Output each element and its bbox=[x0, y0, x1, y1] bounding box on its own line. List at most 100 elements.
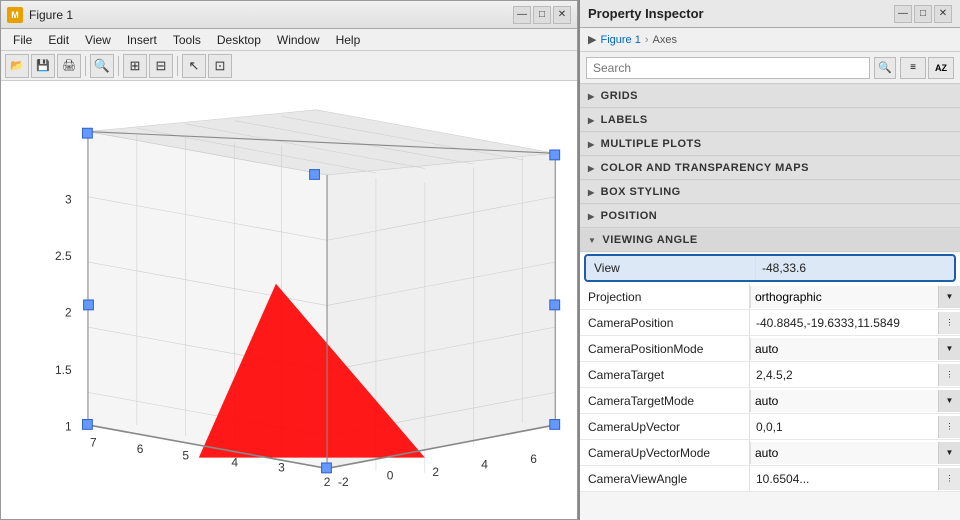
camera-view-angle-value[interactable]: ⋮ bbox=[750, 468, 960, 490]
section-multiple-plots[interactable]: ▶ MULTIPLE PLOTS bbox=[580, 132, 960, 156]
camera-position-mode-dropdown[interactable]: auto bbox=[750, 338, 960, 360]
pi-minimize-button[interactable]: — bbox=[894, 5, 912, 23]
camera-up-vector-options[interactable]: ⋮ bbox=[938, 416, 960, 438]
title-bar-left: M Figure 1 bbox=[7, 7, 73, 23]
camera-position-value[interactable]: ⋮ bbox=[750, 312, 960, 334]
section-labels[interactable]: ▶ LABELS bbox=[580, 108, 960, 132]
camera-target-input[interactable] bbox=[756, 368, 938, 382]
pi-maximize-button[interactable]: □ bbox=[914, 5, 932, 23]
open-button[interactable]: 📂 bbox=[5, 54, 29, 78]
svg-text:1.5: 1.5 bbox=[55, 363, 72, 377]
box-label: BOX STYLING bbox=[601, 186, 681, 198]
prop-row-camera-position: CameraPosition ⋮ bbox=[580, 310, 960, 336]
prop-row-camera-position-mode: CameraPositionMode auto ▼ bbox=[580, 336, 960, 362]
camera-target-value[interactable]: ⋮ bbox=[750, 364, 960, 386]
pi-title-controls: — □ ✕ bbox=[894, 5, 952, 23]
svg-text:6: 6 bbox=[530, 452, 537, 466]
svg-text:2: 2 bbox=[65, 305, 72, 319]
svg-text:0: 0 bbox=[387, 468, 394, 482]
camera-up-vector-mode-value[interactable]: auto ▼ bbox=[750, 442, 960, 464]
inspect-button[interactable]: 🔍 bbox=[90, 54, 114, 78]
camera-target-options[interactable]: ⋮ bbox=[938, 364, 960, 386]
camera-up-vector-mode-dropdown[interactable]: auto bbox=[750, 442, 960, 464]
degrid-button[interactable]: ⊟ bbox=[149, 54, 173, 78]
section-color-transparency[interactable]: ▶ COLOR AND TRANSPARENCY MAPS bbox=[580, 156, 960, 180]
camera-view-angle-input[interactable] bbox=[756, 472, 938, 486]
plot-area[interactable]: 1 1.5 2 2.5 3 7 6 5 4 3 2 -2 0 2 4 6 bbox=[1, 81, 577, 519]
svg-text:4: 4 bbox=[231, 455, 238, 469]
prop-row-view: View bbox=[584, 254, 956, 282]
camera-up-vector-label: CameraUpVector bbox=[580, 414, 750, 439]
camera-position-options[interactable]: ⋮ bbox=[938, 312, 960, 334]
figure-title-controls: — □ ✕ bbox=[513, 6, 571, 24]
maximize-button[interactable]: □ bbox=[533, 6, 551, 24]
svg-text:2.5: 2.5 bbox=[55, 249, 72, 263]
print-button[interactable]: 🖨 bbox=[57, 54, 81, 78]
svg-text:-2: -2 bbox=[338, 475, 349, 489]
camera-target-label: CameraTarget bbox=[580, 362, 750, 387]
view-value[interactable] bbox=[756, 261, 954, 275]
pi-title: Property Inspector bbox=[588, 6, 704, 21]
section-grids[interactable]: ▶ GRIDS bbox=[580, 84, 960, 108]
camera-position-input[interactable] bbox=[756, 316, 938, 330]
cursor-button[interactable]: ↖ bbox=[182, 54, 206, 78]
svg-text:6: 6 bbox=[137, 442, 144, 456]
svg-text:2: 2 bbox=[324, 475, 331, 489]
camera-view-angle-options[interactable]: ⋮ bbox=[938, 468, 960, 490]
menu-insert[interactable]: Insert bbox=[119, 31, 165, 48]
camera-target-mode-dropdown[interactable]: auto bbox=[750, 390, 960, 412]
svg-text:4: 4 bbox=[481, 457, 488, 471]
minimize-button[interactable]: — bbox=[513, 6, 531, 24]
az-sort-button[interactable]: AZ bbox=[928, 57, 954, 79]
close-button[interactable]: ✕ bbox=[553, 6, 571, 24]
menu-view[interactable]: View bbox=[77, 31, 119, 48]
figure-icon: M bbox=[7, 7, 23, 23]
menu-desktop[interactable]: Desktop bbox=[209, 31, 269, 48]
plot-svg: 1 1.5 2 2.5 3 7 6 5 4 3 2 -2 0 2 4 6 bbox=[1, 81, 577, 519]
camera-position-mode-wrapper: auto ▼ bbox=[750, 338, 960, 360]
projection-dropdown[interactable]: orthographic bbox=[750, 286, 960, 308]
camera-target-mode-wrapper: auto ▼ bbox=[750, 390, 960, 412]
viewing-label: VIEWING ANGLE bbox=[602, 234, 697, 246]
section-box-styling[interactable]: ▶ BOX STYLING bbox=[580, 180, 960, 204]
menu-window[interactable]: Window bbox=[269, 31, 328, 48]
figure-window: M Figure 1 — □ ✕ File Edit View Insert T… bbox=[0, 0, 578, 520]
position-arrow: ▶ bbox=[588, 212, 595, 221]
camera-target-mode-label: CameraTargetMode bbox=[580, 388, 750, 413]
svg-text:5: 5 bbox=[182, 449, 189, 463]
breadcrumb-figure[interactable]: Figure 1 bbox=[600, 34, 640, 46]
position-label: POSITION bbox=[601, 210, 658, 222]
projection-label: Projection bbox=[580, 284, 750, 309]
section-position[interactable]: ▶ POSITION bbox=[580, 204, 960, 228]
pi-title-bar: Property Inspector — □ ✕ bbox=[580, 0, 960, 28]
search-bar: 🔍 ≡ AZ bbox=[580, 52, 960, 84]
menu-edit[interactable]: Edit bbox=[40, 31, 77, 48]
save-button[interactable]: 💾 bbox=[31, 54, 55, 78]
camera-target-mode-value[interactable]: auto ▼ bbox=[750, 390, 960, 412]
breadcrumb-axes: Axes bbox=[653, 34, 677, 46]
svg-text:3: 3 bbox=[65, 192, 72, 206]
camera-up-vector-mode-wrapper: auto ▼ bbox=[750, 442, 960, 464]
section-viewing-angle[interactable]: ▼ VIEWING ANGLE bbox=[580, 228, 960, 252]
color-label: COLOR AND TRANSPARENCY MAPS bbox=[601, 162, 809, 174]
pi-close-button[interactable]: ✕ bbox=[934, 5, 952, 23]
projection-value[interactable]: orthographic ▼ bbox=[750, 286, 960, 308]
svg-text:2: 2 bbox=[432, 465, 439, 479]
menu-tools[interactable]: Tools bbox=[165, 31, 209, 48]
view-label: View bbox=[586, 256, 756, 280]
camera-up-vector-value[interactable]: ⋮ bbox=[750, 416, 960, 438]
view-input[interactable] bbox=[762, 261, 948, 275]
multiplots-arrow: ▶ bbox=[588, 140, 595, 149]
search-input[interactable] bbox=[586, 57, 870, 79]
menu-file[interactable]: File bbox=[5, 31, 40, 48]
prop-row-camera-up-vector: CameraUpVector ⋮ bbox=[580, 414, 960, 440]
projection-dropdown-wrapper: orthographic ▼ bbox=[750, 286, 960, 308]
camera-up-vector-input[interactable] bbox=[756, 420, 938, 434]
sort-button[interactable]: ≡ bbox=[900, 57, 926, 79]
menu-help[interactable]: Help bbox=[328, 31, 369, 48]
search-button[interactable]: 🔍 bbox=[874, 57, 896, 79]
pan-button[interactable]: ⊡ bbox=[208, 54, 232, 78]
grid-button[interactable]: ⊞ bbox=[123, 54, 147, 78]
svg-text:1: 1 bbox=[65, 419, 72, 433]
camera-position-mode-value[interactable]: auto ▼ bbox=[750, 338, 960, 360]
